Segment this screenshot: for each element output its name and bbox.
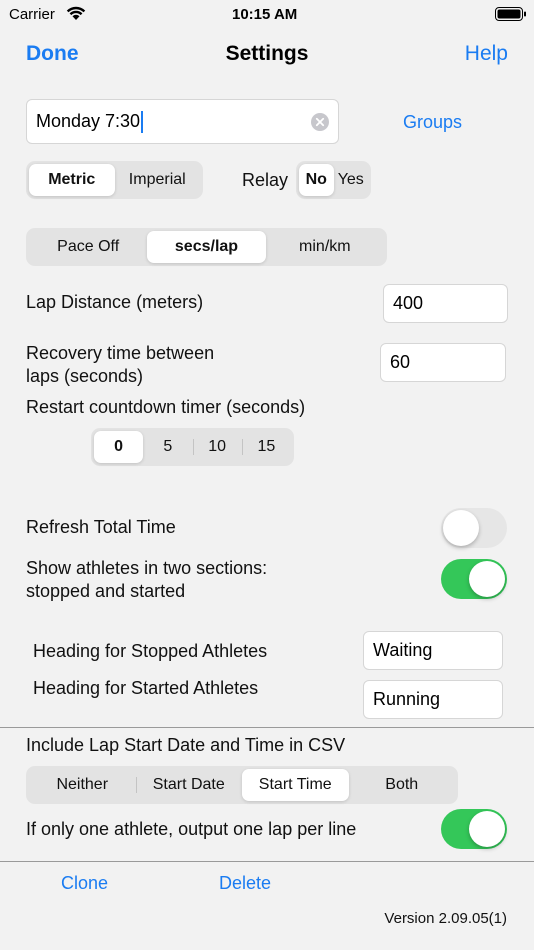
segment-min-per-km[interactable]: min/km <box>266 231 384 263</box>
recovery-label-line1: Recovery time between <box>26 343 215 363</box>
done-button[interactable]: Done <box>26 42 79 66</box>
divider <box>0 861 534 862</box>
toggle-knob <box>469 811 505 847</box>
lap-distance-input[interactable]: 400 <box>383 284 508 323</box>
segment-start-time[interactable]: Start Time <box>242 769 349 801</box>
refresh-label: Refresh Total Time <box>26 517 176 537</box>
segment-relay-yes[interactable]: Yes <box>334 164 369 196</box>
session-name-input[interactable]: Monday 7:30 <box>26 99 339 144</box>
segment-start-date[interactable]: Start Date <box>135 769 243 801</box>
delete-button[interactable]: Delete <box>219 873 271 894</box>
recovery-value: 60 <box>390 352 411 372</box>
text-cursor <box>141 110 144 133</box>
clone-button[interactable]: Clone <box>61 873 108 894</box>
segment-restart-5[interactable]: 5 <box>143 431 192 463</box>
one-lap-toggle[interactable] <box>441 809 507 849</box>
restart-label: Restart countdown timer (seconds) <box>26 397 306 417</box>
csv-segmented-control: Neither Start Date Start Time Both <box>26 766 458 804</box>
relay-segmented-control: No Yes <box>296 161 371 199</box>
segment-secs-per-lap[interactable]: secs/lap <box>147 231 266 263</box>
status-time: 10:15 AM <box>232 6 298 23</box>
segment-restart-0[interactable]: 0 <box>94 431 144 463</box>
pace-segmented-control: Pace Off secs/lap min/km <box>26 228 387 266</box>
toggle-knob <box>469 561 505 597</box>
battery-icon <box>495 7 527 26</box>
segment-relay-no[interactable]: No <box>299 164 334 196</box>
segment-both[interactable]: Both <box>349 769 456 801</box>
refresh-toggle[interactable] <box>441 508 507 548</box>
stopped-heading-label: Heading for Stopped Athletes <box>33 641 268 661</box>
csv-label: Include Lap Start Date and Time in CSV <box>26 735 346 755</box>
two-sections-toggle[interactable] <box>441 559 507 599</box>
segment-pace-off[interactable]: Pace Off <box>29 231 147 263</box>
stopped-heading-value: Waiting <box>373 640 433 660</box>
clear-icon[interactable] <box>311 113 329 136</box>
wifi-icon <box>66 5 86 26</box>
carrier-label: Carrier <box>9 6 55 23</box>
units-segmented-control: Metric Imperial <box>26 161 203 199</box>
two-sections-label-line1: Show athletes in two sections: <box>26 558 268 578</box>
started-heading-input[interactable]: Running <box>363 680 503 719</box>
segment-restart-15[interactable]: 15 <box>241 431 291 463</box>
started-heading-label: Heading for Started Athletes <box>33 678 259 698</box>
segment-neither[interactable]: Neither <box>29 769 136 801</box>
groups-link[interactable]: Groups <box>403 112 462 133</box>
help-button[interactable]: Help <box>465 42 508 66</box>
one-lap-label: If only one athlete, output one lap per … <box>26 819 357 839</box>
version-label: Version 2.09.05(1) <box>384 910 507 927</box>
segment-restart-10[interactable]: 10 <box>192 431 242 463</box>
started-heading-value: Running <box>373 689 441 709</box>
page-title: Settings <box>225 42 309 65</box>
recovery-label: Recovery time between laps (seconds) <box>26 342 214 388</box>
recovery-label-line2: laps (seconds) <box>26 366 144 386</box>
restart-segmented-control: 0 5 10 15 <box>91 428 294 466</box>
relay-label: Relay <box>242 170 289 190</box>
two-sections-label-line2: stopped and started <box>26 581 186 601</box>
stopped-heading-input[interactable]: Waiting <box>363 631 503 670</box>
segment-imperial[interactable]: Imperial <box>115 164 201 196</box>
lap-distance-label: Lap Distance (meters) <box>26 292 204 312</box>
segment-metric[interactable]: Metric <box>29 164 115 196</box>
toggle-knob <box>443 510 479 546</box>
recovery-input[interactable]: 60 <box>380 343 506 382</box>
divider <box>0 727 534 728</box>
session-name-value: Monday 7:30 <box>36 111 141 131</box>
two-sections-label: Show athletes in two sections: stopped a… <box>26 557 267 603</box>
lap-distance-value: 400 <box>393 293 424 313</box>
